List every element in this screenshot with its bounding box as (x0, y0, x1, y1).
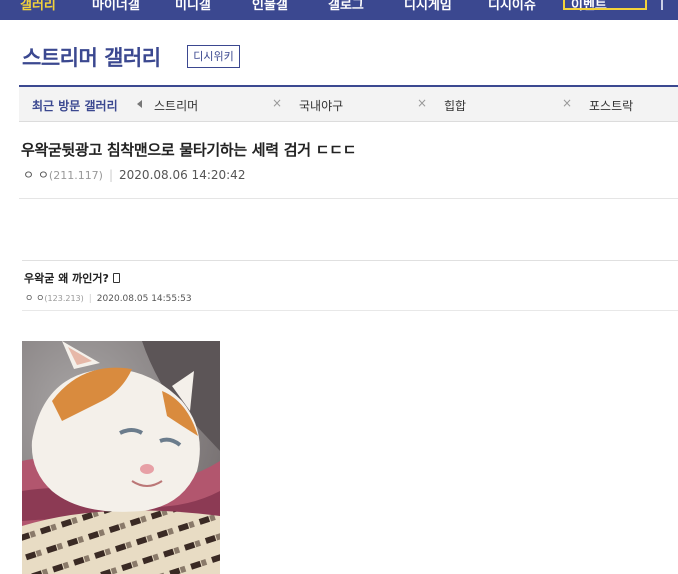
cat-photo (22, 341, 220, 574)
quoted-post-author: ㅇ ㅇ (25, 294, 45, 304)
quoted-post-top-border (22, 260, 678, 261)
top-nav-item-game[interactable]: 디시게임 (404, 0, 452, 13)
top-nav-item-minor[interactable]: 마이너갤 (92, 0, 140, 13)
mobile-phone-icon (112, 273, 120, 283)
post-author[interactable]: ㅇ ㅇ (23, 168, 49, 182)
top-nav-bar: 갤러리 마이너갤 미니갤 인물갤 갤로그 디시게임 디시이슈 이벤트 (0, 0, 678, 20)
post-meta: ㅇ ㅇ(211.117) | 2020.08.06 14:20:42 (23, 166, 245, 183)
top-nav-item-gallog[interactable]: 갤로그 (328, 0, 364, 13)
post-datetime: 2020.08.06 14:20:42 (119, 168, 246, 182)
post-author-ip: (211.117) (48, 169, 103, 182)
top-nav-highlight-box (563, 0, 647, 10)
meta-separator: | (108, 168, 114, 182)
quoted-post-title: 우왁굳 왜 까인거? (24, 270, 120, 286)
close-icon[interactable]: × (417, 96, 427, 110)
recent-visit-item-hiphop[interactable]: 힙합 (444, 97, 466, 114)
quoted-post-title-text: 우왁굳 왜 까인거? (24, 272, 109, 285)
quoted-post-ip: (123.213) (44, 294, 84, 303)
top-nav-divider (661, 0, 663, 10)
quoted-post-datetime: 2020.08.05 14:55:53 (96, 294, 192, 304)
gallery-title[interactable]: 스트리머 갤러리 (22, 42, 161, 72)
top-nav-item-mini[interactable]: 미니갤 (175, 0, 211, 13)
recent-visit-item-kbo[interactable]: 국내야구 (299, 97, 343, 114)
wiki-badge-button[interactable]: 디시위키 (187, 45, 240, 68)
recent-visit-item-postrock[interactable]: 포스트락 (589, 97, 633, 114)
prev-arrow-icon[interactable] (137, 100, 142, 108)
top-nav-item-person[interactable]: 인물갤 (252, 0, 288, 13)
quoted-post-bottom-border (22, 310, 678, 311)
quoted-post-meta: ㅇ ㅇ(123.213) | 2020.08.05 14:55:53 (25, 291, 192, 304)
top-nav-item-issue[interactable]: 디시이슈 (488, 0, 536, 13)
recent-visits-label: 최근 방문 갤러리 (32, 99, 118, 113)
top-nav-item-gallery[interactable]: 갤러리 (20, 0, 56, 13)
close-icon[interactable]: × (272, 96, 282, 110)
post-header-divider (19, 198, 678, 199)
recent-visits-bar: 최근 방문 갤러리 스트리머 × 국내야구 × 힙합 × 포스트락 (19, 85, 678, 122)
meta-separator: | (88, 294, 92, 304)
post-title: 우왁굳뒷광고 침착맨으로 물타기하는 세력 검거 ㄷㄷㄷ (21, 141, 357, 159)
close-icon[interactable]: × (562, 96, 572, 110)
recent-visit-item-streamer[interactable]: 스트리머 (154, 97, 198, 114)
